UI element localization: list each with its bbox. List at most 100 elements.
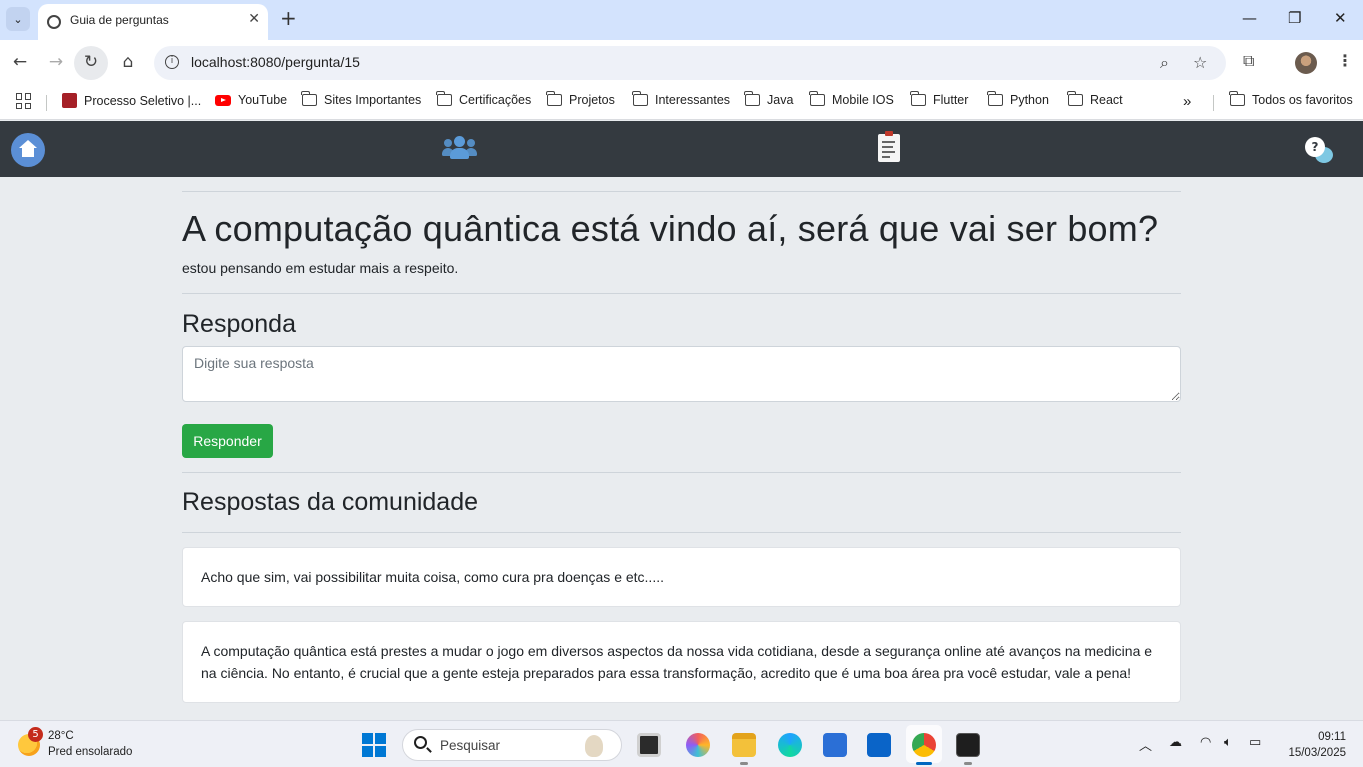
bookmark-label: Certificações <box>459 93 532 107</box>
bookmark-sites-importantes[interactable]: Sites Importantes <box>301 91 422 107</box>
more-bookmarks-chevron-icon[interactable]: » <box>1183 93 1191 110</box>
tray-chevron-up-icon[interactable]: ︿ <box>1139 735 1152 754</box>
bookmark-star-icon[interactable]: ☆ <box>1193 53 1207 72</box>
document-icon[interactable] <box>878 131 900 162</box>
folder-icon <box>632 91 648 106</box>
bookmarks-bar: Processo Seletivo |... YouTube Sites Imp… <box>0 86 1363 120</box>
terminal-icon[interactable] <box>956 733 980 757</box>
profile-avatar[interactable] <box>1295 52 1317 74</box>
windows-taskbar: 5 28°C Pred ensolarado Pesquisar ︿ ☁ ◠ 🔈… <box>0 720 1363 767</box>
task-view-icon[interactable] <box>637 733 661 757</box>
bookmark-react[interactable]: React <box>1067 91 1123 107</box>
taskbar-search-placeholder: Pesquisar <box>440 738 501 753</box>
divider <box>182 191 1181 192</box>
active-indicator <box>916 762 932 765</box>
bookmarks-divider <box>46 95 47 111</box>
clock-time: 09:11 <box>1318 731 1346 743</box>
folder-icon <box>809 91 825 106</box>
taskbar-search[interactable]: Pesquisar <box>402 729 622 761</box>
bookmark-label: Processo Seletivo |... <box>84 93 202 108</box>
minimize-button[interactable]: — <box>1242 9 1257 27</box>
zoom-icon[interactable]: ⌕ <box>1160 53 1169 73</box>
folder-icon <box>546 91 562 106</box>
new-tab-button[interactable]: + <box>280 8 297 28</box>
windows-start-icon[interactable] <box>362 733 386 757</box>
processo-seletivo-icon <box>62 93 77 108</box>
folder-icon <box>987 91 1003 106</box>
responder-button[interactable]: Responder <box>182 424 273 458</box>
youtube-icon <box>215 94 231 106</box>
divider <box>182 532 1181 533</box>
question-description: estou pensando em estudar mais a respeit… <box>182 260 459 276</box>
bookmarks-divider <box>1213 95 1214 111</box>
weather-temperature[interactable]: 28°C <box>48 730 74 742</box>
search-icon <box>414 736 427 749</box>
bookmark-processo-seletivo[interactable]: Processo Seletivo |... <box>62 93 201 108</box>
browser-toolbar: ← → ↻ ⌂ i localhost:8080/pergunta/15 ⌕ ☆… <box>0 40 1363 86</box>
weather-description[interactable]: Pred ensolarado <box>48 746 132 758</box>
taskbar-clock[interactable]: 09:11 15/03/2025 <box>1288 729 1346 761</box>
weather-badge: 5 <box>28 727 43 742</box>
bookmark-flutter[interactable]: Flutter <box>910 91 968 107</box>
users-icon[interactable] <box>442 135 477 161</box>
store-icon[interactable] <box>823 733 847 757</box>
reload-icon[interactable]: ↻ <box>80 52 102 72</box>
bookmark-interessantes[interactable]: Interessantes <box>632 91 731 107</box>
copilot-icon[interactable] <box>686 733 710 757</box>
close-window-button[interactable]: ✕ <box>1334 9 1347 27</box>
chrome-icon[interactable] <box>912 733 936 757</box>
answer-text: Acho que sim, vai possibilitar muita coi… <box>201 569 664 585</box>
site-info-icon[interactable]: i <box>165 55 179 69</box>
menu-kebab-icon[interactable]: ⋮ <box>1337 51 1353 70</box>
onedrive-cloud-icon[interactable]: ☁ <box>1169 735 1182 750</box>
outlook-icon[interactable] <box>867 733 891 757</box>
community-heading: Respostas da comunidade <box>182 488 479 516</box>
bookmark-projetos[interactable]: Projetos <box>546 91 615 107</box>
bookmark-label: Projetos <box>569 93 615 107</box>
running-indicator <box>740 762 748 765</box>
bookmark-label: Interessantes <box>655 93 731 107</box>
all-bookmarks[interactable]: Todos os favoritos <box>1229 91 1353 107</box>
bookmark-label: Python <box>1010 93 1049 107</box>
back-icon[interactable]: ← <box>9 52 31 72</box>
address-bar[interactable]: i localhost:8080/pergunta/15 ⌕ ☆ <box>154 46 1226 80</box>
running-indicator <box>964 762 972 765</box>
browser-tabbar: ⌄ Guia de perguntas ✕ + — ❐ ✕ <box>0 0 1363 40</box>
reply-heading: Responda <box>182 310 296 338</box>
file-explorer-icon[interactable] <box>732 733 756 757</box>
apps-grid-icon[interactable] <box>16 93 32 109</box>
question-title: A computação quântica está vindo aí, ser… <box>182 208 1159 249</box>
bookmark-label: Todos os favoritos <box>1252 93 1353 107</box>
answer-textarea[interactable] <box>182 346 1181 402</box>
bookmark-label: React <box>1090 93 1123 107</box>
bookmark-certificacoes[interactable]: Certificações <box>436 91 532 107</box>
folder-icon <box>744 91 760 106</box>
bookmark-label: Mobile IOS <box>832 93 894 107</box>
bookmark-label: Sites Importantes <box>324 93 422 107</box>
address-url[interactable]: localhost:8080/pergunta/15 <box>191 54 360 70</box>
divider <box>182 472 1181 473</box>
bookmark-label: YouTube <box>238 93 288 107</box>
folder-icon <box>436 91 452 106</box>
forward-icon[interactable]: → <box>45 52 67 72</box>
bookmark-label: Java <box>767 93 794 107</box>
restore-button[interactable]: ❐ <box>1288 9 1301 27</box>
chat-help-icon[interactable]: ? <box>1305 137 1333 165</box>
bookmark-java[interactable]: Java <box>744 91 794 107</box>
battery-icon[interactable]: ▭ <box>1249 735 1261 750</box>
clock-date: 15/03/2025 <box>1288 747 1346 759</box>
bookmark-mobile-ios[interactable]: Mobile IOS <box>809 91 894 107</box>
home-icon[interactable] <box>11 133 45 167</box>
tab-title: Guia de perguntas <box>70 13 169 27</box>
wifi-icon[interactable]: ◠ <box>1200 735 1211 750</box>
edge-icon[interactable] <box>778 733 802 757</box>
browser-tab-active[interactable]: Guia de perguntas ✕ <box>38 4 268 40</box>
close-tab-icon[interactable]: ✕ <box>248 11 260 27</box>
home-browser-icon[interactable]: ⌂ <box>117 52 139 72</box>
bookmark-youtube[interactable]: YouTube <box>215 93 287 107</box>
extensions-icon[interactable]: ⧉ <box>1243 51 1254 71</box>
folder-icon <box>910 91 926 106</box>
tab-search-button[interactable]: ⌄ <box>6 7 30 31</box>
volume-icon[interactable]: 🔈︎ <box>1224 735 1232 750</box>
bookmark-python[interactable]: Python <box>987 91 1049 107</box>
